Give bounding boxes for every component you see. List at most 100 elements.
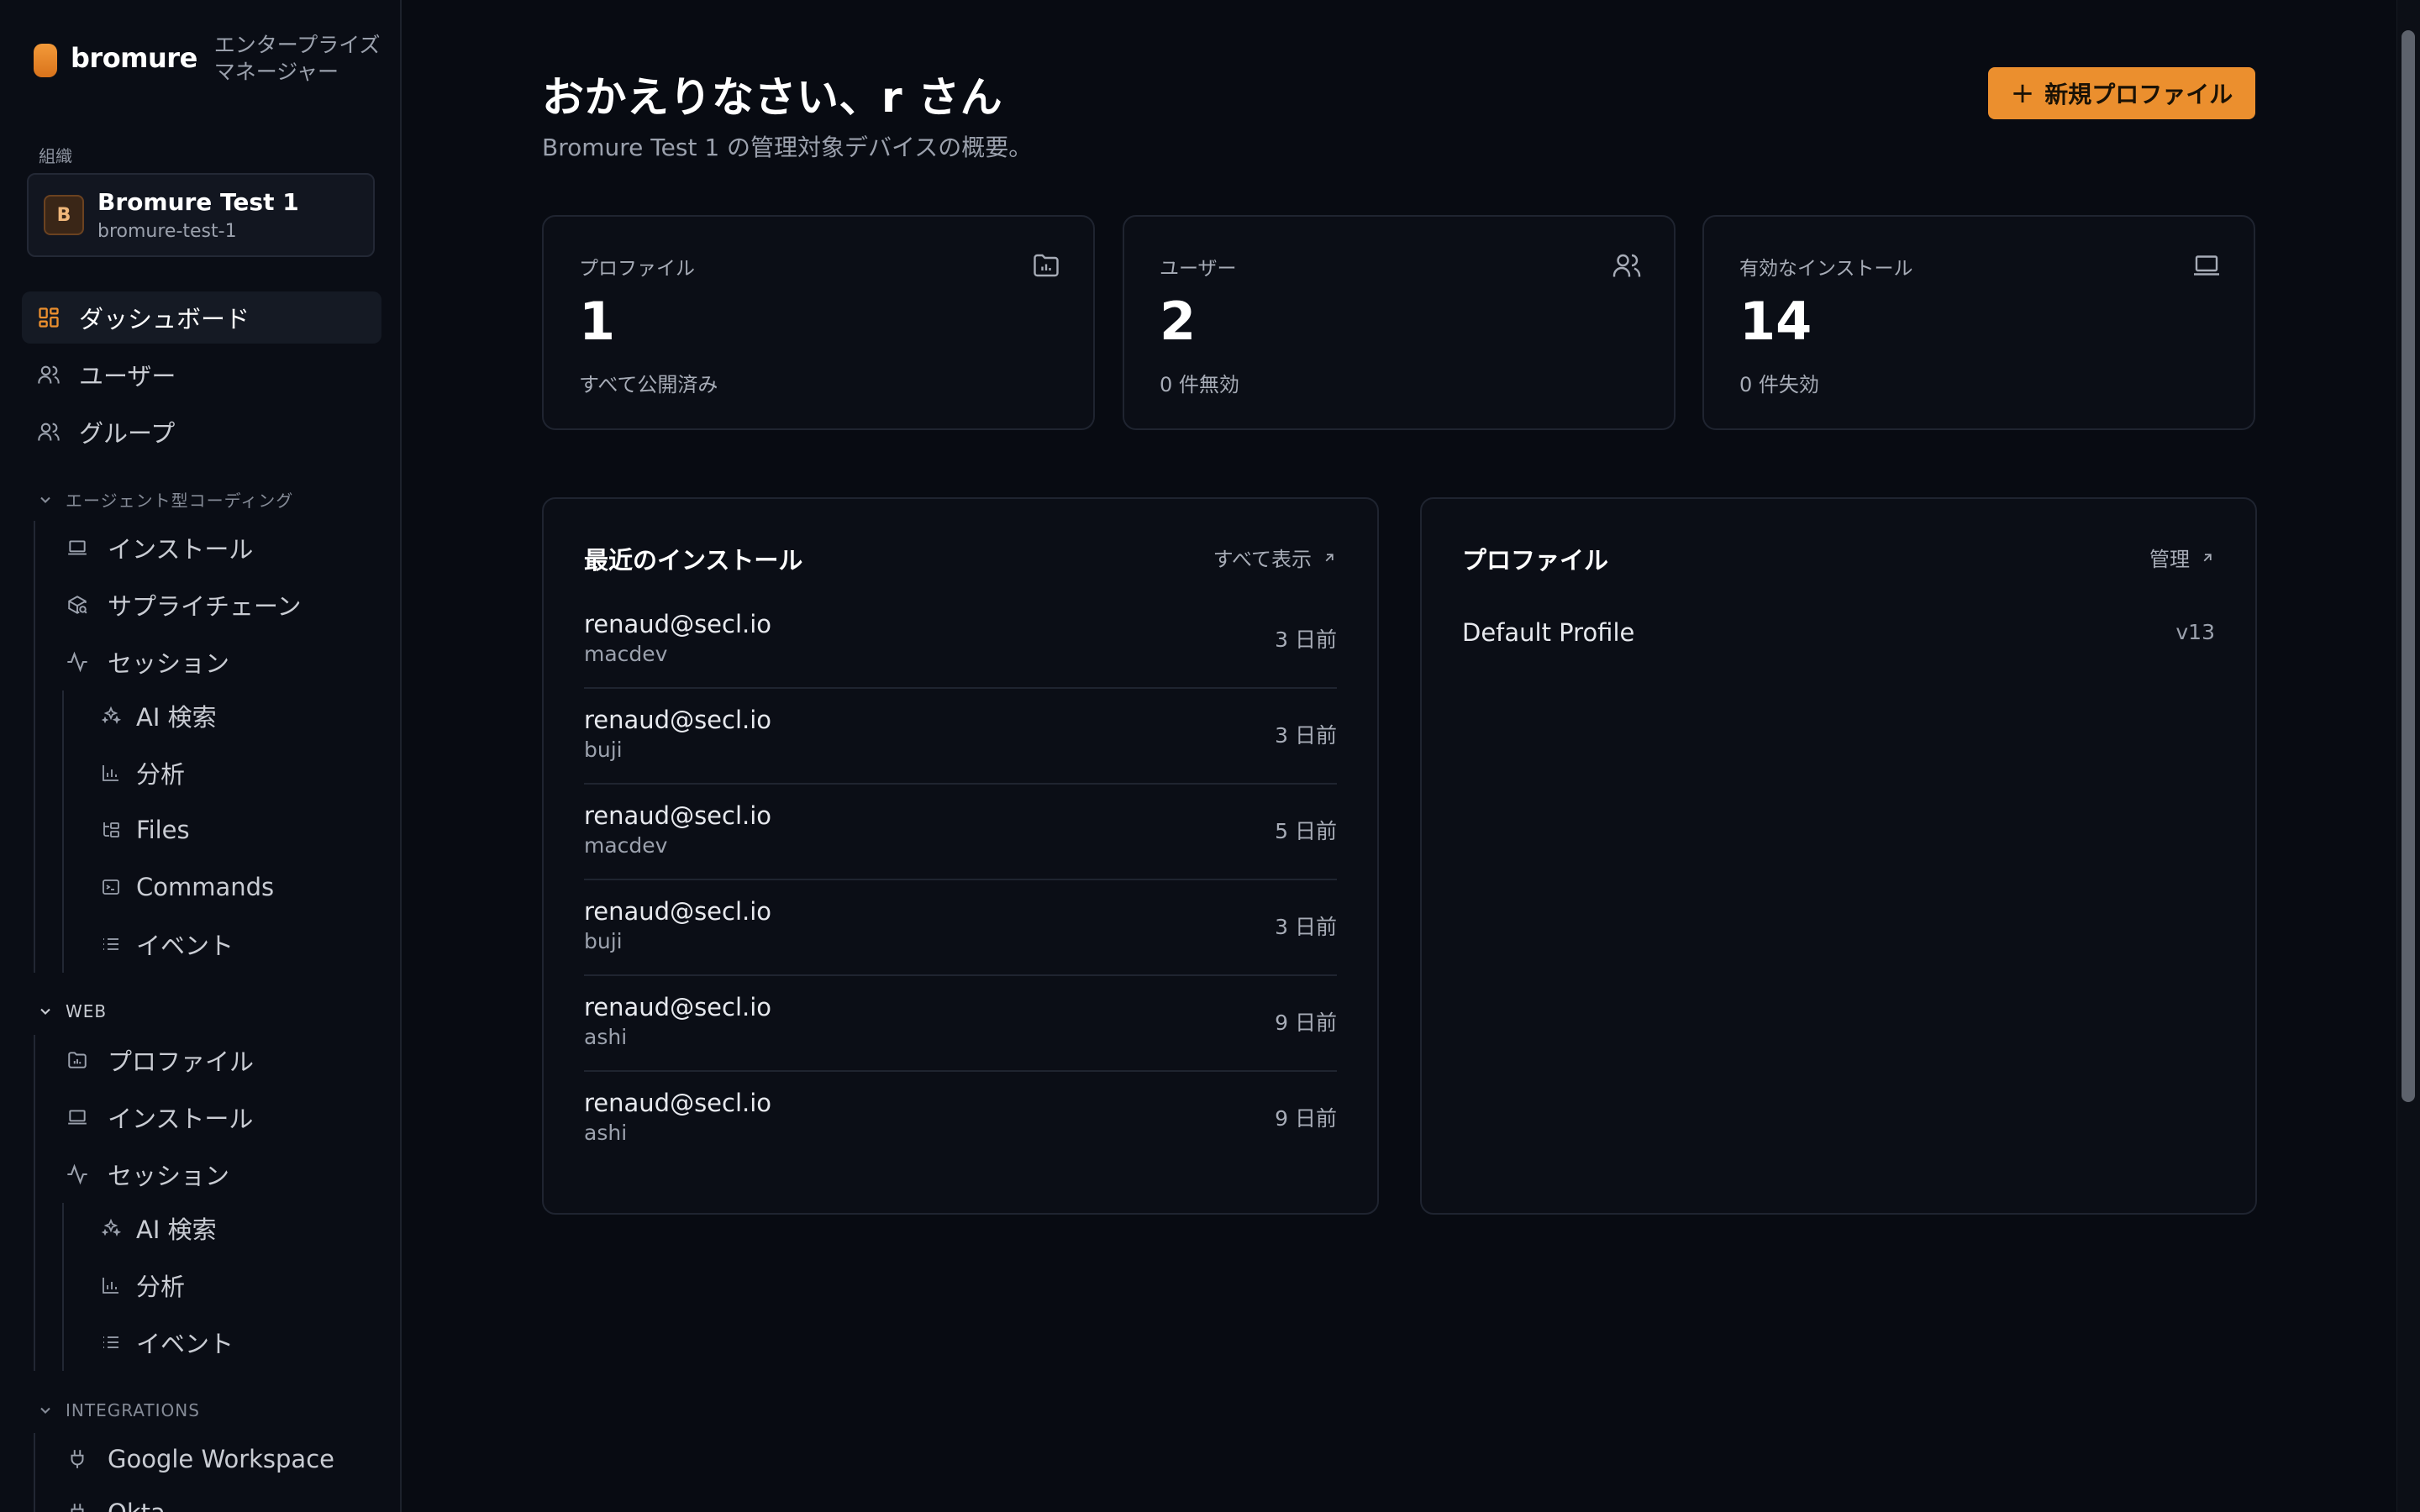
sidebar: bromure エンタープライズマネージャー 組織 B Bromure Test… [0, 0, 402, 1512]
sidebar-item-web-profiles[interactable]: プロファイル [66, 1034, 376, 1086]
bar-chart-icon [99, 761, 123, 785]
arrow-up-right-icon [2200, 550, 2215, 565]
chevron-down-icon [37, 1003, 54, 1020]
stat-card-users: ユーザー 2 0 件無効 [1123, 215, 1676, 430]
manage-link[interactable]: 管理 [2149, 543, 2215, 572]
sidebar-item-google-workspace[interactable]: Google Workspace [66, 1433, 376, 1485]
scrollbar-thumb[interactable] [2402, 30, 2415, 1102]
group-icon [37, 420, 60, 444]
install-time: 5 日前 [1275, 819, 1337, 843]
brand[interactable]: bromure エンタープライズマネージャー [34, 32, 400, 86]
install-row[interactable]: renaud@secl.io ashi 9 日前 [584, 976, 1337, 1072]
stat-value: 2 [1160, 291, 1197, 352]
sidebar-item-label: インストール [108, 535, 254, 564]
laptop-icon [2191, 250, 2222, 281]
sidebar-item-label: Google Workspace [108, 1445, 334, 1473]
profile-name: Default Profile [1462, 618, 1635, 647]
install-host: buji [584, 738, 623, 762]
sidebar-item-dashboard[interactable]: ダッシュボード [22, 291, 381, 344]
arrow-up-right-icon [1322, 550, 1337, 565]
sidebar-item-agent-sessions[interactable]: セッション [66, 636, 376, 688]
package-search-icon [66, 593, 89, 617]
list-icon [99, 932, 123, 956]
chevron-down-icon [37, 491, 54, 508]
panel-title: 最近のインストール [584, 546, 803, 575]
section-web[interactable]: WEB [37, 1001, 107, 1021]
install-row[interactable]: renaud@secl.io macdev 3 日前 [584, 593, 1337, 689]
stat-label: プロファイル [579, 258, 695, 280]
sidebar-item-agent-commands[interactable]: Commands [99, 861, 376, 913]
activity-icon [66, 650, 89, 674]
sidebar-item-web-analytics[interactable]: 分析 [99, 1259, 376, 1311]
sidebar-item-label: AI 検索 [136, 1215, 217, 1244]
sidebar-item-label: 分析 [136, 760, 186, 789]
brand-logo [34, 44, 57, 77]
sidebar-item-label: セッション [108, 1162, 230, 1190]
org-slug: bromure-test-1 [97, 221, 237, 242]
profile-row[interactable]: Default Profile v13 [1462, 618, 2215, 660]
install-row[interactable]: renaud@secl.io ashi 9 日前 [584, 1072, 1337, 1168]
install-host: ashi [584, 1025, 628, 1049]
folder-chart-icon [66, 1048, 89, 1072]
section-agent-coding[interactable]: エージェント型コーディング [37, 487, 293, 512]
install-row[interactable]: renaud@secl.io macdev 5 日前 [584, 785, 1337, 880]
sidebar-item-web-events[interactable]: イベント [99, 1316, 376, 1368]
sidebar-item-agent-analytics[interactable]: 分析 [99, 747, 376, 799]
install-email: renaud@secl.io [584, 801, 772, 830]
stat-card-profiles: プロファイル 1 すべて公開済み [542, 215, 1095, 430]
sidebar-item-agent-files[interactable]: Files [99, 804, 376, 856]
sidebar-item-okta[interactable]: Okta [66, 1487, 376, 1512]
sidebar-item-label: インストール [108, 1105, 254, 1133]
install-time: 9 日前 [1275, 1011, 1337, 1035]
install-email: renaud@secl.io [584, 993, 772, 1021]
install-time: 3 日前 [1275, 723, 1337, 748]
users-icon [37, 363, 60, 386]
org-switcher[interactable]: B Bromure Test 1 bromure-test-1 [27, 173, 375, 257]
sidebar-item-groups[interactable]: グループ [22, 406, 381, 458]
page-scrollbar[interactable] [2396, 0, 2420, 1512]
laptop-icon [66, 536, 89, 559]
stat-note: 0 件無効 [1160, 373, 1239, 396]
sidebar-item-web-sessions[interactable]: セッション [66, 1148, 376, 1200]
sidebar-item-label: 分析 [136, 1273, 186, 1301]
sidebar-item-label: Okta [108, 1499, 166, 1512]
sidebar-item-label: セッション [108, 649, 230, 678]
brand-subtitle: エンタープライズマネージャー [213, 33, 381, 84]
sidebar-item-agent-ai-search[interactable]: AI 検索 [99, 690, 376, 742]
page-title: おかえりなさい、r さん [542, 73, 1003, 122]
sidebar-item-users[interactable]: ユーザー [22, 349, 381, 401]
section-title: INTEGRATIONS [66, 1400, 200, 1420]
stat-value: 14 [1739, 291, 1812, 352]
terminal-icon [99, 875, 123, 899]
sidebar-item-agent-events[interactable]: イベント [99, 918, 376, 970]
install-time: 3 日前 [1275, 915, 1337, 939]
install-host: ashi [584, 1121, 628, 1145]
install-row[interactable]: renaud@secl.io buji 3 日前 [584, 880, 1337, 976]
dashboard-grid-icon [37, 306, 60, 329]
section-title: WEB [66, 1001, 108, 1021]
install-email: renaud@secl.io [584, 610, 772, 638]
install-host: buji [584, 929, 623, 953]
sidebar-item-label: イベント [136, 1330, 234, 1358]
install-host: macdev [584, 833, 668, 858]
sidebar-item-agent-installs[interactable]: インストール [66, 522, 376, 574]
sidebar-item-web-installs[interactable]: インストール [66, 1091, 376, 1143]
new-profile-button[interactable]: + 新規プロファイル [1988, 67, 2255, 119]
sidebar-item-label: Files [136, 816, 190, 844]
sidebar-item-label: AI 検索 [136, 703, 217, 732]
stat-label: ユーザー [1160, 258, 1237, 280]
sidebar-item-label: グループ [79, 419, 176, 448]
sidebar-item-label: Commands [136, 873, 275, 901]
sidebar-item-label: プロファイル [108, 1047, 255, 1076]
list-icon [99, 1331, 123, 1354]
sidebar-item-web-ai-search[interactable]: AI 検索 [99, 1202, 376, 1254]
view-all-link[interactable]: すべて表示 [1213, 543, 1337, 572]
sparkles-icon [99, 1216, 123, 1240]
install-row[interactable]: renaud@secl.io buji 3 日前 [584, 689, 1337, 785]
org-avatar: B [44, 195, 84, 235]
sidebar-item-supply-chain[interactable]: サプライチェーン [66, 579, 376, 631]
main-content: おかえりなさい、r さん Bromure Test 1 の管理対象デバイスの概要… [403, 0, 2396, 1512]
new-profile-button-label: 新規プロファイル [2044, 81, 2233, 108]
section-integrations[interactable]: INTEGRATIONS [37, 1400, 200, 1420]
panel-title: プロファイル [1462, 546, 1609, 575]
